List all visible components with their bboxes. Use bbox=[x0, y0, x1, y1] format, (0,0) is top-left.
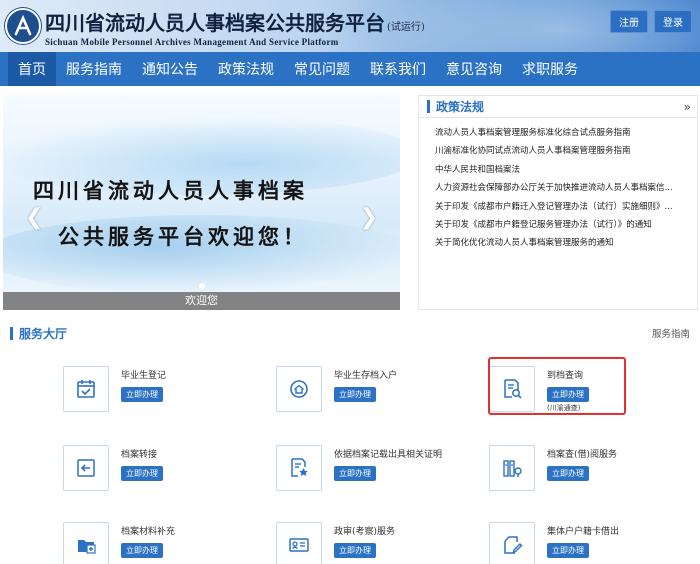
folder-add-icon[interactable] bbox=[63, 522, 109, 564]
site-header: 四川省流动人员人事档案公共服务平台 (试运行) Sichuan Mobile Pe… bbox=[0, 0, 700, 52]
home-badge-icon[interactable] bbox=[276, 366, 322, 412]
edit-card-icon[interactable] bbox=[489, 522, 535, 564]
handle-now-button[interactable]: 立即办理 bbox=[121, 543, 163, 558]
policy-link[interactable]: 中华人民共和国档案法 bbox=[435, 161, 691, 179]
service-item-name: 政审(考察)服务 bbox=[334, 527, 396, 537]
transfer-arrow-icon[interactable] bbox=[63, 445, 109, 491]
nav-policies[interactable]: 政策法规 bbox=[208, 52, 284, 86]
nav-home[interactable]: 首页 bbox=[8, 52, 56, 86]
login-button[interactable]: 登录 bbox=[654, 10, 692, 33]
nav-feedback[interactable]: 意见咨询 bbox=[436, 52, 512, 86]
policy-link[interactable]: 关于简化优化流动人员人事档案管理服务的通知 bbox=[435, 234, 691, 252]
policy-link[interactable]: 川渝标准化协同试点流动人员人事档案管理服务指南 bbox=[435, 142, 691, 160]
main-nav: 首页 服务指南 通知公告 政策法规 常见问题 联系我们 意见咨询 求职服务 bbox=[0, 52, 700, 86]
policy-panel: 政策法规 » 流动人员人事档案管理服务标准化综合试点服务指南 川渝标准化协同试点… bbox=[418, 95, 698, 310]
section-bar bbox=[10, 326, 13, 340]
nav-contact[interactable]: 联系我们 bbox=[360, 52, 436, 86]
id-card-icon[interactable] bbox=[276, 522, 322, 564]
nav-jobs[interactable]: 求职服务 bbox=[512, 52, 588, 86]
banner-carousel[interactable]: 四川省流动人员人事档案 公共服务平台欢迎您！ ❮ ❯ 欢迎您 bbox=[3, 95, 400, 310]
handle-now-button[interactable]: 立即办理 bbox=[547, 466, 589, 481]
service-guide-link[interactable]: 服务指南 bbox=[652, 326, 690, 340]
policy-link[interactable]: 人力资源社会保障部办公厅关于加快推进流动人员人事档案信... bbox=[435, 179, 691, 197]
register-button[interactable]: 注册 bbox=[610, 10, 648, 33]
section-bar bbox=[427, 100, 430, 113]
handle-now-button[interactable]: 立即办理 bbox=[334, 387, 376, 402]
service-item-name: 集体户户籍卡借出 bbox=[547, 527, 620, 537]
chevron-left-icon[interactable]: ❮ bbox=[25, 205, 43, 230]
calendar-check-icon[interactable] bbox=[63, 366, 109, 412]
policy-title: 政策法规 bbox=[436, 100, 485, 114]
policy-link[interactable]: 流动人员人事档案管理服务标准化综合试点服务指南 bbox=[435, 124, 691, 142]
service-header: 服务大厅 服务指南 bbox=[10, 322, 690, 344]
service-item-name: 毕业生存档入户 bbox=[334, 371, 398, 381]
archive-files-icon[interactable] bbox=[489, 445, 535, 491]
selection-highlight-box bbox=[488, 357, 626, 415]
double-chevron-right-icon[interactable]: » bbox=[684, 100, 691, 114]
site-logo[interactable] bbox=[5, 8, 41, 44]
brand-title-cn: 四川省流动人员人事档案公共服务平台 (试运行) bbox=[45, 11, 425, 35]
service-item-name: 档案查(借)阅服务 bbox=[547, 450, 618, 460]
brand-title-suffix: (试运行) bbox=[387, 22, 425, 33]
policy-list: 流动人员人事档案管理服务标准化综合试点服务指南 川渝标准化协同试点流动人员人事档… bbox=[419, 118, 697, 253]
handle-now-button[interactable]: 立即办理 bbox=[334, 466, 376, 481]
service-item-name: 档案材料补充 bbox=[121, 527, 176, 537]
banner-caption: 欢迎您 bbox=[3, 292, 400, 310]
handle-now-button[interactable]: 立即办理 bbox=[547, 543, 589, 558]
top-section: 四川省流动人员人事档案 公共服务平台欢迎您！ ❮ ❯ 欢迎您 政策法规 » 流动… bbox=[0, 86, 700, 314]
handle-now-button[interactable]: 立即办理 bbox=[334, 543, 376, 558]
service-title: 服务大厅 bbox=[19, 326, 68, 341]
banner-text-line1: 四川省流动人员人事档案 bbox=[33, 178, 308, 203]
service-item-name: 依据档案记载出具相关证明 bbox=[334, 450, 443, 460]
policy-header: 政策法规 » bbox=[419, 96, 697, 118]
banner-text-line2: 公共服务平台欢迎您！ bbox=[58, 224, 308, 249]
service-item-name: 毕业生登记 bbox=[121, 371, 167, 381]
certificate-icon[interactable] bbox=[276, 445, 322, 491]
nav-faq[interactable]: 常见问题 bbox=[284, 52, 360, 86]
chevron-right-icon[interactable]: ❯ bbox=[360, 205, 378, 230]
handle-now-button[interactable]: 立即办理 bbox=[121, 466, 163, 481]
policy-link[interactable]: 关于印发《成都市户籍登记服务管理办法（试行）》的通知 bbox=[435, 216, 691, 234]
nav-notices[interactable]: 通知公告 bbox=[132, 52, 208, 86]
carousel-dot[interactable] bbox=[199, 283, 205, 289]
handle-now-button[interactable]: 立即办理 bbox=[121, 387, 163, 402]
service-hall: 服务大厅 服务指南 毕业生登记 立即办理 毕业生存档入户 立即办理 到档查询 立… bbox=[0, 314, 700, 564]
brand: 四川省流动人员人事档案公共服务平台 (试运行) Sichuan Mobile Pe… bbox=[45, 7, 425, 47]
service-item-name: 档案转接 bbox=[121, 450, 158, 460]
logo-mark-icon bbox=[12, 14, 34, 37]
account-buttons: 注册 登录 bbox=[610, 10, 692, 33]
brand-title-en: Sichuan Mobile Personnel Archives Manage… bbox=[45, 37, 339, 47]
policy-link[interactable]: 关于印发《成都市户籍迁入登记管理办法（试行）实施细则》... bbox=[435, 198, 691, 216]
nav-service-guide[interactable]: 服务指南 bbox=[56, 52, 132, 86]
